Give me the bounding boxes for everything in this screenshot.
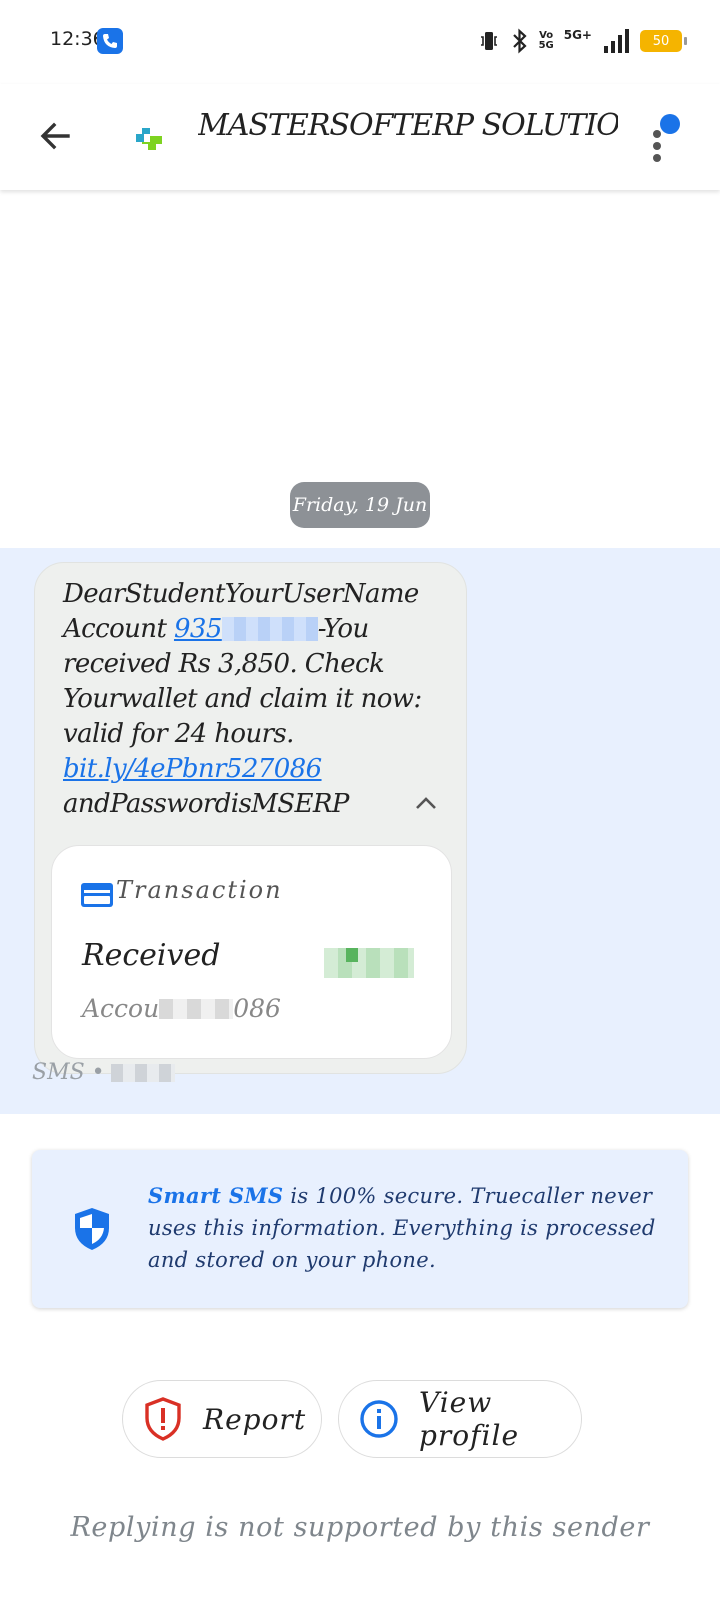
- message-area: DearStudentYourUserName Account 935 -You …: [0, 548, 720, 1114]
- redacted-number: [221, 617, 318, 641]
- transaction-type: Received: [82, 938, 221, 973]
- call-app-icon: [97, 28, 123, 54]
- message-bubble[interactable]: DearStudentYourUserName Account 935 -You …: [34, 562, 467, 1074]
- account-link-text: 935: [173, 614, 222, 644]
- message-meta: SMS •: [32, 1060, 175, 1085]
- more-vert-dot: [653, 142, 661, 150]
- transaction-amount-redacted: [324, 948, 414, 978]
- message-text-part3: andPasswordisMSERP: [63, 789, 349, 819]
- redacted-account: [159, 999, 234, 1019]
- bluetooth-icon: [512, 28, 527, 54]
- more-options-button[interactable]: [644, 112, 684, 162]
- info-icon: [360, 1400, 398, 1438]
- url-link[interactable]: bit.ly/4ePbnr527086: [63, 754, 322, 784]
- arrow-back-icon: [40, 122, 70, 150]
- transaction-label: Transaction: [116, 876, 283, 904]
- date-chip: Friday, 19 Jun: [290, 482, 430, 528]
- report-label: Report: [203, 1402, 307, 1436]
- chevron-up-icon: [416, 797, 436, 809]
- message-text: DearStudentYourUserName Account 935 -You …: [63, 577, 423, 822]
- vibrate-icon: [480, 32, 497, 50]
- sender-logo: [128, 120, 164, 156]
- transaction-account: Accou 086: [82, 994, 281, 1023]
- view-profile-button[interactable]: View profile: [338, 1380, 582, 1458]
- app-bar: MASTERSOFTERP SOLUTIONS PVT LTD: [0, 84, 720, 190]
- report-icon: [145, 1397, 181, 1441]
- collapse-button[interactable]: [411, 789, 441, 819]
- status-bar: 12:36 Vo 5G 5G+ 50: [0, 0, 720, 84]
- secure-notice-card: Smart SMS is 100% secure. Truecaller nev…: [32, 1150, 688, 1308]
- sender-title: MASTERSOFTERP SOLUTIONS PVT LTD: [198, 108, 618, 143]
- account-prefix: Accou: [82, 994, 160, 1023]
- credit-card-icon: [81, 883, 113, 907]
- reply-not-supported-note: Replying is not supported by this sender: [70, 1512, 650, 1543]
- notification-dot: [660, 114, 680, 134]
- shield-icon: [75, 1208, 109, 1250]
- view-profile-label: View profile: [419, 1386, 520, 1452]
- smart-sms-brand: Smart SMS: [148, 1183, 284, 1208]
- secure-notice-text: Smart SMS is 100% secure. Truecaller nev…: [148, 1180, 658, 1276]
- more-vert-dot: [653, 154, 661, 162]
- signal-icon: [604, 29, 629, 53]
- battery-icon: 50: [640, 30, 687, 52]
- redacted-timestamp: [110, 1063, 175, 1082]
- volte-indicator: Vo 5G: [538, 30, 554, 51]
- report-button[interactable]: Report: [122, 1380, 322, 1458]
- back-button[interactable]: [36, 116, 76, 156]
- message-type-label: SMS •: [32, 1060, 105, 1085]
- more-vert-icon: [653, 130, 661, 138]
- transaction-card[interactable]: Transaction Received Accou 086: [51, 845, 452, 1059]
- status-icons: Vo 5G 5G+ 50: [477, 24, 687, 58]
- network-type: 5G+: [563, 28, 592, 42]
- account-suffix: 086: [233, 994, 281, 1023]
- account-link[interactable]: 935: [174, 614, 318, 644]
